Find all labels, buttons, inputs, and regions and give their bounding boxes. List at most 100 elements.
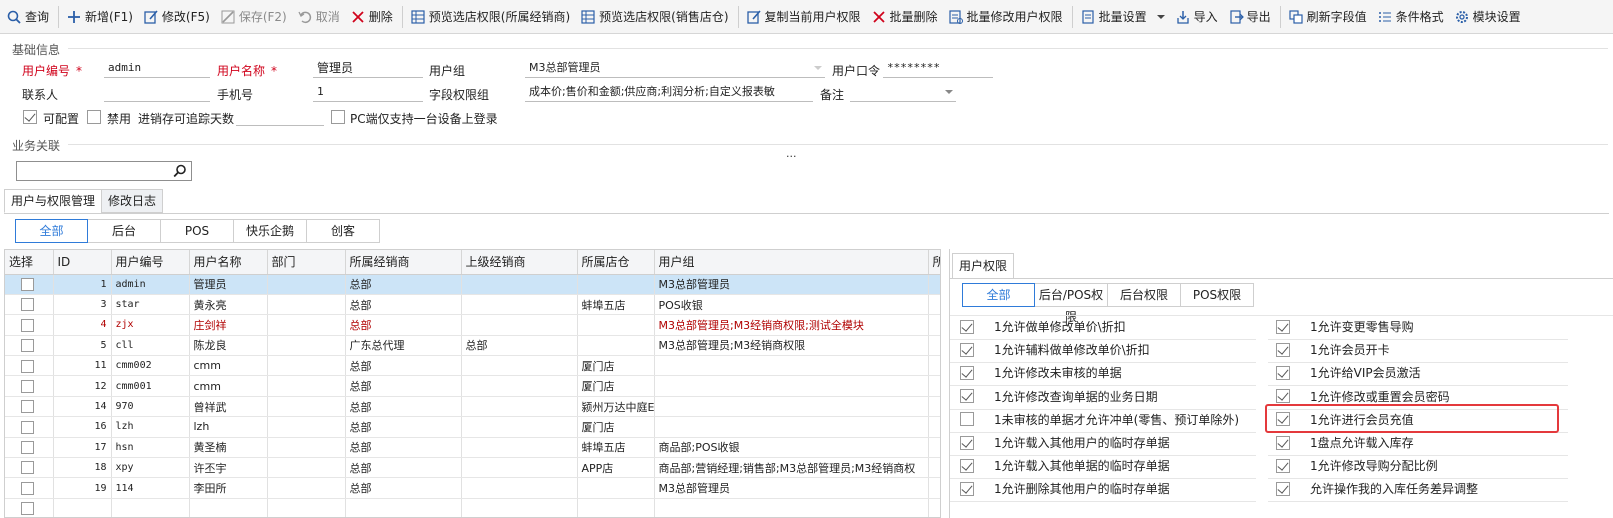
- row-checkbox[interactable]: [21, 379, 34, 393]
- row-checkbox[interactable]: [21, 339, 34, 353]
- column-header[interactable]: 用户名称: [189, 250, 268, 275]
- row-checkbox[interactable]: [21, 318, 34, 332]
- configurable-checkbox[interactable]: [23, 110, 37, 124]
- toolbar-button-11[interactable]: 批量设置: [1076, 4, 1171, 30]
- column-header[interactable]: 所属经销商: [345, 250, 462, 275]
- permission-filter-1[interactable]: 后台/POS权限: [1034, 283, 1108, 324]
- permission-item[interactable]: 1未审核的单据才允许冲单(零售、预订单除外): [960, 409, 1239, 431]
- permission-checkbox[interactable]: [960, 342, 974, 357]
- permission-filter-3[interactable]: POS权限: [1180, 283, 1254, 307]
- filter-tab-4[interactable]: 创客: [306, 219, 380, 243]
- permission-checkbox[interactable]: [960, 458, 974, 473]
- column-header[interactable]: 用户编号: [111, 250, 190, 275]
- row-checkbox[interactable]: [21, 359, 34, 373]
- row-checkbox[interactable]: [21, 400, 34, 414]
- permission-checkbox[interactable]: [1276, 481, 1290, 496]
- table-row[interactable]: 11 cmm002 cmm 总部 厦门店: [5, 355, 940, 377]
- toolbar-button-3[interactable]: 保存(F2): [216, 4, 293, 30]
- column-header[interactable]: 所属店仓: [577, 250, 655, 275]
- permission-item[interactable]: 允许操作我的入库任务差异调整: [1276, 478, 1478, 500]
- remark-select[interactable]: [850, 84, 956, 102]
- row-checkbox[interactable]: [21, 461, 34, 475]
- table-row[interactable]: 18 xpy 许丕宇 总部 APP店 商品部;营销经理;销售部;M3总部管理员;M3经销商…: [5, 457, 940, 479]
- field-perm-select[interactable]: 成本价;售价和金额;供应商;利润分析;自定义报表敏: [525, 84, 813, 102]
- column-header[interactable]: 部门: [267, 250, 346, 275]
- toolbar-button-2[interactable]: 修改(F5): [139, 4, 216, 30]
- row-checkbox[interactable]: [21, 502, 34, 516]
- table-row[interactable]: 14 970 曾祥武 总部 颍州万达中庭E: [5, 396, 940, 418]
- permission-item[interactable]: 1允许载入其他用户的临时存单据: [960, 432, 1170, 454]
- table-row[interactable]: 19 114 李田所 总部 M3总部管理员: [5, 477, 940, 499]
- tab-user-rights[interactable]: 用户权限: [952, 253, 1015, 279]
- search-icon[interactable]: [173, 164, 187, 178]
- more-ellipsis[interactable]: ...: [786, 147, 797, 160]
- toolbar-button-16[interactable]: 模块设置: [1450, 4, 1527, 30]
- toolbar-button-1[interactable]: 新增(F1): [62, 4, 139, 30]
- toolbar-button-7[interactable]: 预览选店权限(销售店仓): [576, 4, 734, 30]
- contact-field[interactable]: [104, 84, 210, 102]
- row-checkbox[interactable]: [21, 441, 34, 455]
- toolbar-button-13[interactable]: 导出: [1224, 4, 1277, 30]
- toolbar-button-12[interactable]: 导入: [1171, 4, 1224, 30]
- filter-tab-3[interactable]: 快乐企鹅: [233, 219, 307, 243]
- permission-item[interactable]: 1允许做单修改单价\折扣: [960, 316, 1126, 338]
- column-header[interactable]: ID: [53, 250, 112, 275]
- toolbar-button-14[interactable]: 刷新字段值: [1284, 4, 1373, 30]
- tab-user-permission[interactable]: 用户与权限管理: [4, 189, 103, 213]
- toolbar-button-10[interactable]: 批量修改用户权限: [944, 4, 1069, 30]
- filter-tab-2[interactable]: POS: [160, 219, 234, 243]
- filter-tab-0[interactable]: 全部: [15, 219, 88, 243]
- permission-checkbox[interactable]: [1276, 435, 1290, 450]
- row-checkbox[interactable]: [21, 298, 34, 312]
- column-header[interactable]: 选择: [5, 250, 54, 275]
- table-row[interactable]: 5 cll 陈龙良 广东总代理 总部 M3总部管理员;M3经销商权限: [5, 335, 940, 357]
- permission-checkbox[interactable]: [1276, 458, 1290, 473]
- table-row[interactable]: 17 hsn 黄圣楠 总部 蚌埠五店 商品部;POS收银: [5, 437, 940, 459]
- permission-checkbox[interactable]: [960, 435, 974, 450]
- user-name-field[interactable]: 管理员: [313, 60, 423, 78]
- toolbar-button-9[interactable]: 批量删除: [867, 4, 944, 30]
- column-header[interactable]: 用户组: [654, 250, 929, 275]
- group-select[interactable]: M3总部管理员: [525, 60, 825, 78]
- permission-filter-0[interactable]: 全部: [962, 283, 1035, 307]
- permission-item[interactable]: 1允许辅料做单修改单价\折扣: [960, 339, 1150, 361]
- permission-item[interactable]: 1允许修改查询单据的业务日期: [960, 386, 1158, 408]
- permission-item[interactable]: 1允许会员开卡: [1276, 339, 1390, 361]
- table-row[interactable]: [5, 498, 940, 517]
- toolbar-button-15[interactable]: 条件格式: [1373, 4, 1450, 30]
- permission-checkbox[interactable]: [960, 319, 974, 334]
- toolbar-button-8[interactable]: 复制当前用户权限: [742, 4, 867, 30]
- permission-checkbox[interactable]: [1276, 365, 1290, 380]
- permission-checkbox[interactable]: [1276, 389, 1290, 404]
- permission-checkbox[interactable]: [960, 389, 974, 404]
- permission-checkbox[interactable]: [1276, 342, 1290, 357]
- table-row[interactable]: 1 admin 管理员 总部 M3总部管理员: [5, 274, 940, 295]
- permission-checkbox[interactable]: [960, 412, 974, 427]
- permission-checkbox[interactable]: [1276, 319, 1290, 334]
- permission-item[interactable]: 1允许载入其他单据的临时存单据: [960, 455, 1170, 477]
- phone-field[interactable]: 1: [313, 84, 423, 102]
- trace-days-field[interactable]: [236, 108, 324, 126]
- permission-item[interactable]: 1允许删除其他用户的临时存单据: [960, 478, 1170, 500]
- column-header[interactable]: 所: [928, 250, 940, 275]
- permission-checkbox[interactable]: [960, 365, 974, 380]
- user-code-field[interactable]: admin: [104, 60, 210, 78]
- row-checkbox[interactable]: [21, 277, 34, 291]
- permission-checkbox[interactable]: [960, 481, 974, 496]
- permission-filter-2[interactable]: 后台权限: [1107, 283, 1181, 307]
- table-row[interactable]: 12 cmm001 cmm 总部 厦门店: [5, 375, 940, 397]
- table-row[interactable]: 4 zjx 庄剑祥 总部 M3总部管理员;M3经销商权限;测试全模块: [5, 314, 940, 336]
- business-search-input[interactable]: [16, 161, 192, 181]
- tab-change-log[interactable]: 修改日志: [101, 189, 164, 213]
- row-checkbox[interactable]: [21, 420, 34, 434]
- permission-item[interactable]: 1允许给VIP会员激活: [1276, 362, 1421, 384]
- pc-single-device-checkbox[interactable]: [331, 110, 345, 124]
- toolbar-button-0[interactable]: 查询: [2, 4, 55, 30]
- disabled-checkbox[interactable]: [87, 110, 101, 124]
- password-field[interactable]: ********: [883, 60, 993, 78]
- permission-item[interactable]: 1允许修改导购分配比例: [1276, 455, 1438, 477]
- filter-tab-1[interactable]: 后台: [87, 219, 161, 243]
- toolbar-button-6[interactable]: 预览选店权限(所属经销商): [406, 4, 576, 30]
- column-header[interactable]: 上级经销商: [461, 250, 578, 275]
- toolbar-button-5[interactable]: 删除: [346, 4, 399, 30]
